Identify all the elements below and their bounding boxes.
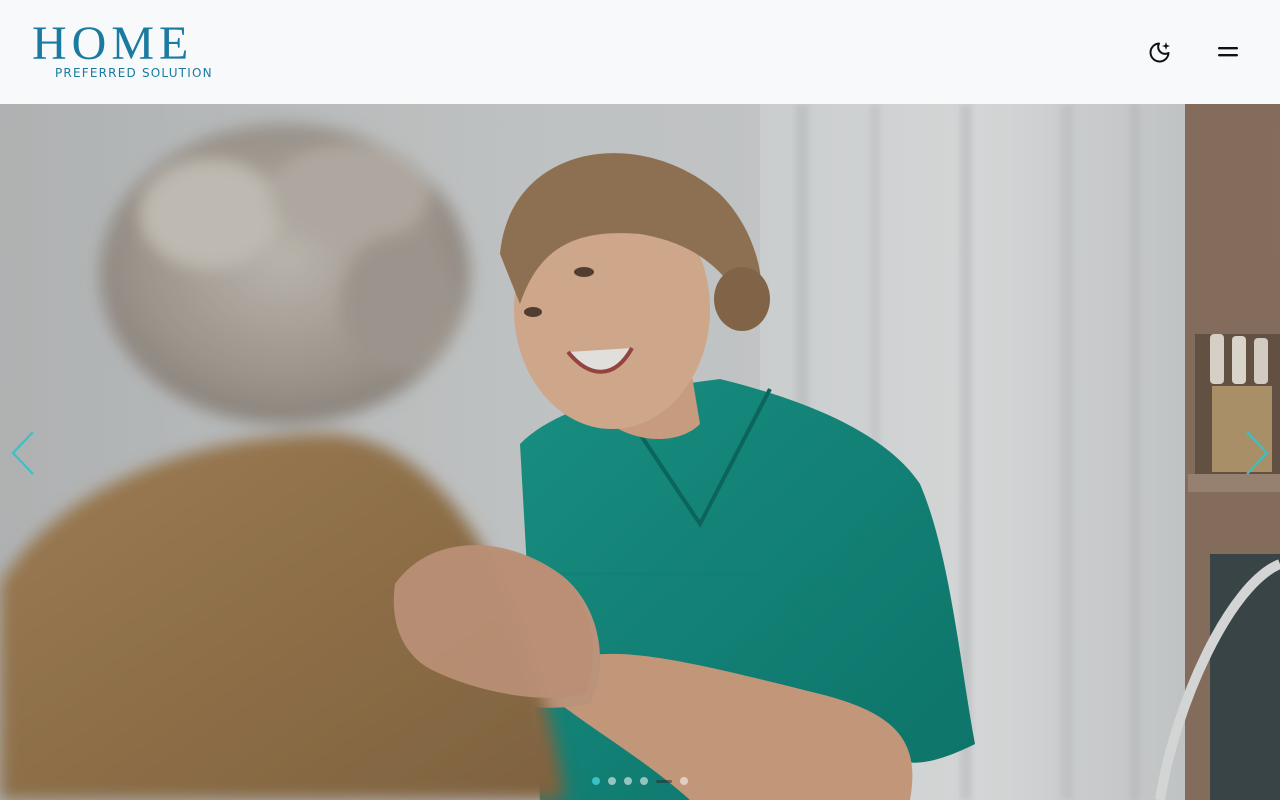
hero-carousel	[0, 104, 1280, 800]
carousel-dot[interactable]	[640, 777, 648, 785]
brand-name: HOME	[32, 17, 194, 70]
brand-tagline: PREFERRED SOLUTION	[55, 66, 213, 80]
chevron-right-icon	[1246, 431, 1269, 475]
carousel-dot[interactable]	[656, 779, 672, 783]
chevron-left-icon	[11, 431, 34, 475]
carousel-dot[interactable]	[592, 777, 600, 785]
carousel-prev-button[interactable]	[8, 430, 38, 476]
carousel-dot[interactable]	[624, 777, 632, 785]
carousel-next-button[interactable]	[1242, 430, 1272, 476]
carousel-dot[interactable]	[608, 777, 616, 785]
carousel-dot[interactable]	[680, 777, 688, 785]
hamburger-menu-icon	[1218, 47, 1238, 57]
moon-sparkle-icon	[1149, 42, 1170, 63]
theme-toggle-button[interactable]	[1146, 38, 1174, 66]
carousel-pagination	[592, 776, 688, 786]
hero-overlay	[0, 104, 1280, 800]
menu-button[interactable]	[1214, 38, 1242, 66]
brand-logo[interactable]: HOME PREFERRED SOLUTION	[32, 17, 238, 84]
site-header: HOME PREFERRED SOLUTION	[0, 0, 1280, 104]
